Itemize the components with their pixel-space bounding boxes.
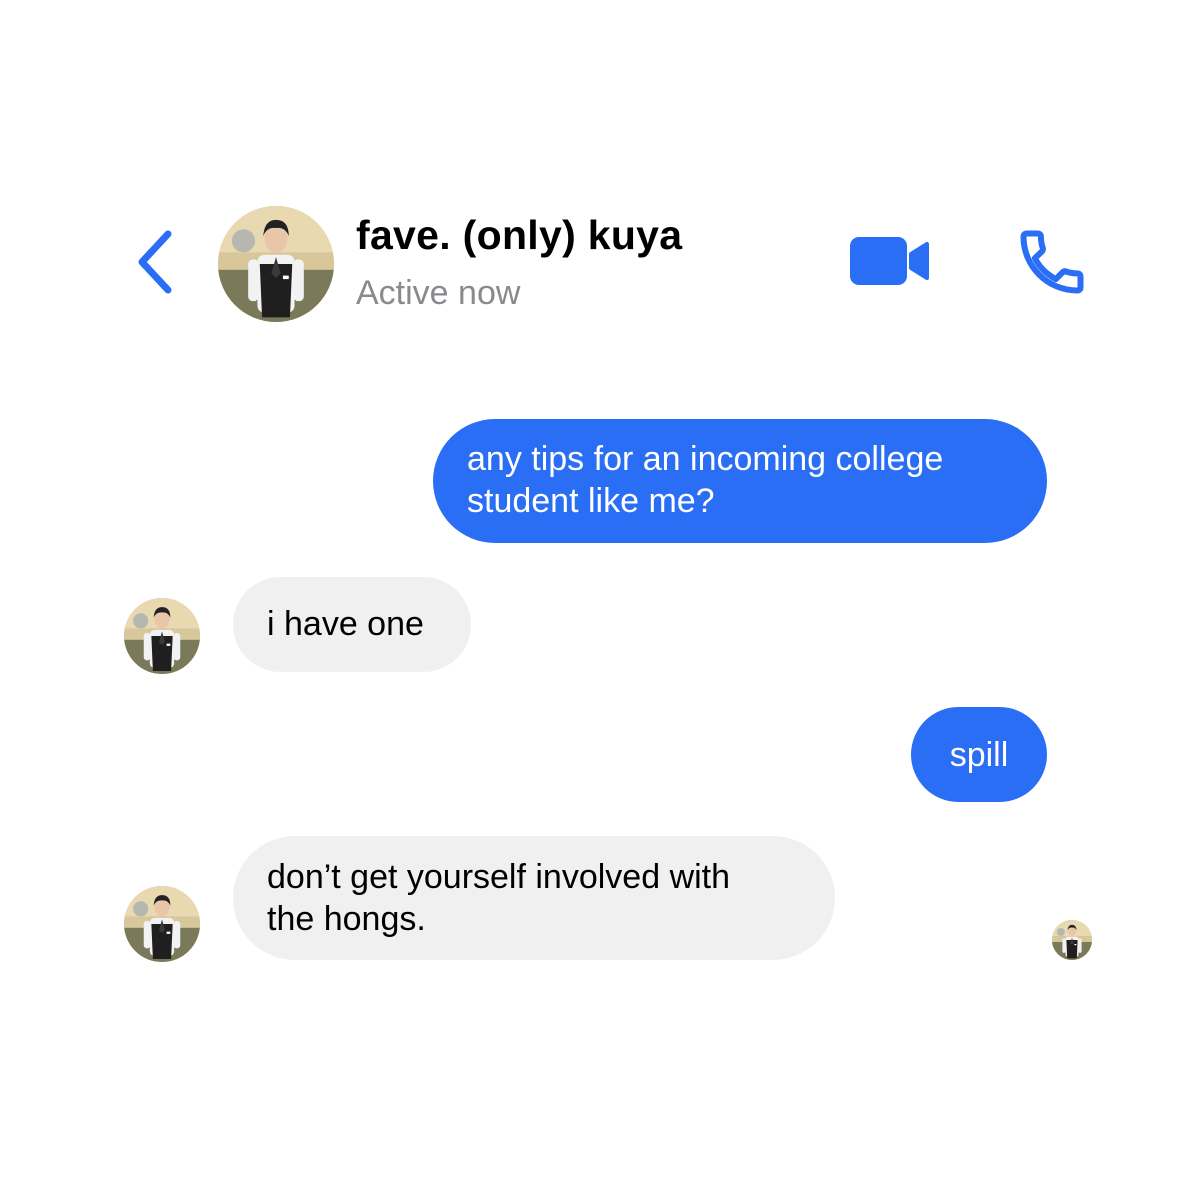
sender-avatar[interactable] (124, 598, 200, 674)
message-line: spill (949, 736, 1009, 774)
seen-indicator-avatar (1052, 920, 1092, 960)
voice-call-button[interactable] (1014, 224, 1090, 300)
avatar-image (218, 206, 334, 322)
contact-avatar[interactable] (218, 206, 334, 322)
sender-avatar[interactable] (124, 886, 200, 962)
status-text: Active now (356, 274, 521, 312)
message-line: student like me? (467, 482, 715, 520)
video-camera-icon (850, 237, 929, 285)
avatar-image (124, 598, 200, 674)
back-button[interactable] (128, 226, 184, 298)
message-line: don’t get yourself involved with (267, 858, 731, 896)
message-line: the hongs. (267, 900, 426, 938)
video-call-button[interactable] (846, 232, 936, 290)
message-line: any tips for an incoming college (467, 440, 944, 478)
message-line: i have one (267, 605, 424, 643)
incoming-message-bubble[interactable]: don’t get yourself involved with the hon… (233, 836, 835, 960)
phone-icon (1020, 230, 1084, 294)
chevron-left-icon (138, 230, 172, 294)
avatar-image (124, 886, 200, 962)
outgoing-message-bubble[interactable]: spill (911, 707, 1047, 802)
incoming-message-bubble[interactable]: i have one (233, 577, 471, 672)
contact-name: fave. (only) kuya (356, 212, 683, 258)
outgoing-message-bubble[interactable]: any tips for an incoming college student… (433, 419, 1047, 543)
avatar-image (1052, 920, 1092, 960)
